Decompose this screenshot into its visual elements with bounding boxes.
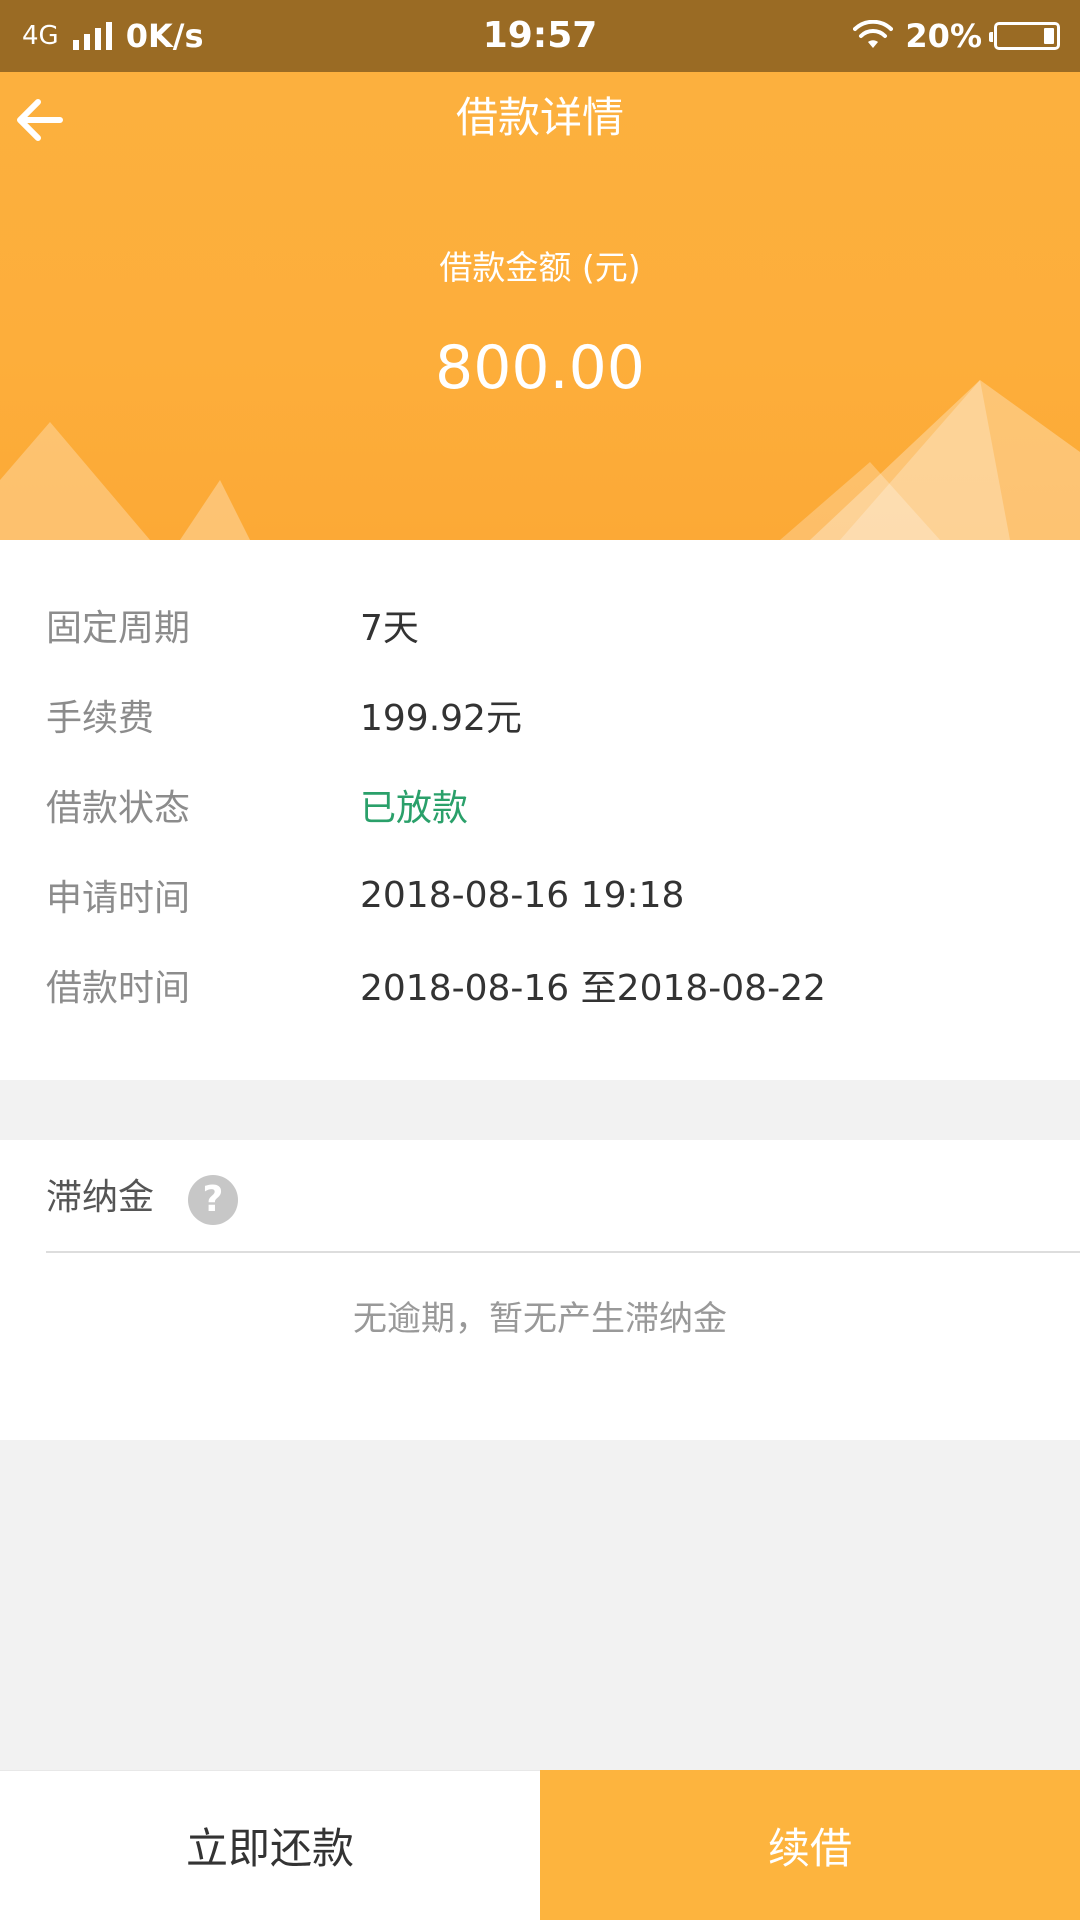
detail-value: 2018-08-16 至2018-08-22 <box>360 968 826 1009</box>
detail-label: 借款时间 <box>46 968 191 1009</box>
status-value: 已放款 <box>360 788 469 829</box>
detail-label: 借款状态 <box>46 788 191 829</box>
detail-value: 2018-08-16 19:18 <box>360 874 685 916</box>
detail-label: 申请时间 <box>46 878 191 919</box>
battery-icon <box>989 22 1060 50</box>
detail-row-apply-time: 申请时间 2018-08-16 19:18 <box>0 865 1080 925</box>
detail-row-period: 固定周期 7天 <box>0 595 1080 655</box>
screen: 4G 0K/s 19:57 20% 借款详情 借款金额 (元) 800.00 固… <box>0 0 1080 1920</box>
detail-label: 手续费 <box>46 698 155 739</box>
action-bar: 立即还款 续借 <box>0 1770 1080 1920</box>
help-icon[interactable]: ? <box>188 1175 238 1225</box>
detail-row-fee: 手续费 199.92元 <box>0 685 1080 745</box>
detail-value: 199.92元 <box>360 698 522 739</box>
late-fee-title: 滞纳金 <box>46 1177 155 1218</box>
repay-now-button[interactable]: 立即还款 <box>0 1770 540 1920</box>
loan-amount-label: 借款金额 (元) <box>439 248 641 287</box>
renew-loan-button[interactable]: 续借 <box>540 1770 1080 1920</box>
late-fee-message: 无逾期，暂无产生滞纳金 <box>353 1299 727 1339</box>
status-bar: 4G 0K/s 19:57 20% <box>0 0 1080 72</box>
page-title: 借款详情 <box>455 93 624 142</box>
detail-value: 7天 <box>360 608 419 649</box>
battery-percent: 20% <box>905 17 982 55</box>
detail-label: 固定周期 <box>46 608 191 649</box>
loan-header: 借款详情 借款金额 (元) 800.00 <box>0 72 1080 540</box>
loan-amount-value: 800.00 <box>435 333 645 403</box>
late-fee-card: 滞纳金 ? 无逾期，暂无产生滞纳金 <box>0 1140 1080 1440</box>
detail-row-loan-time: 借款时间 2018-08-16 至2018-08-22 <box>0 955 1080 1015</box>
loan-details-card: 固定周期 7天 手续费 199.92元 借款状态 已放款 申请时间 2018-0… <box>0 540 1080 1080</box>
divider <box>46 1251 1080 1253</box>
detail-row-status: 借款状态 已放款 <box>0 775 1080 835</box>
status-right: 20% <box>853 0 1060 72</box>
wifi-icon <box>853 20 894 48</box>
